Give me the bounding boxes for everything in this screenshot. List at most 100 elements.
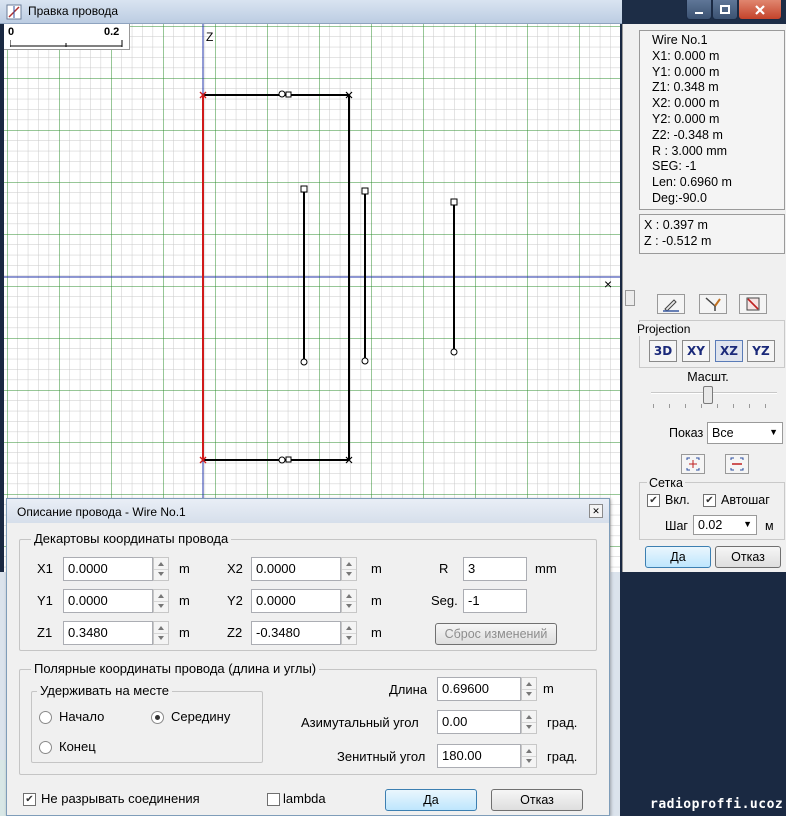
z2-input[interactable]: -0.3480 (251, 621, 341, 645)
hold-start-radio[interactable] (39, 711, 52, 724)
grid-enabled-label: Вкл. (665, 493, 690, 507)
center-view-icon (730, 457, 744, 471)
hold-group-label: Удерживать на месте (37, 683, 173, 698)
x1-unit: m (179, 561, 190, 576)
length-label: Длина (389, 682, 428, 697)
wire-info-line: Y1: 0.000 m (652, 64, 720, 79)
zenith-unit: град. (547, 749, 578, 764)
grid-drawing (4, 24, 620, 572)
wire-info-line: Z2: -0.348 m (652, 127, 723, 142)
keep-connections-label: Не разрывать соединения (41, 791, 200, 806)
canvas-scrollbar-thumb[interactable] (625, 290, 635, 306)
zoom-slider-track[interactable] (651, 392, 777, 394)
projection-label: Projection (635, 322, 693, 336)
add-wire-button[interactable] (699, 294, 727, 314)
x1-input[interactable]: 0.0000 (63, 557, 153, 581)
keep-connections-checkbox[interactable]: ✔ (23, 793, 36, 806)
grid-autostep-checkbox[interactable]: ✔ (703, 494, 716, 507)
y2-input[interactable]: 0.0000 (251, 589, 341, 613)
projection-yz-button[interactable]: YZ (747, 340, 775, 362)
zoom-label: Масшт. (687, 370, 729, 384)
x2-input[interactable]: 0.0000 (251, 557, 341, 581)
y2-unit: m (371, 593, 382, 608)
watermark-text: radioproffi.ucoz.ua (650, 797, 786, 812)
y1-label: Y1 (37, 593, 53, 608)
center-view-button[interactable] (725, 454, 749, 474)
zenith-input[interactable]: 180.00 (437, 744, 521, 768)
grid-enabled-checkbox[interactable]: ✔ (647, 494, 660, 507)
azimuth-input[interactable]: 0.00 (437, 710, 521, 734)
hold-end-label: Конец (59, 739, 96, 754)
wire-info-line: R : 3.000 mm (652, 143, 728, 158)
azimuth-unit: град. (547, 715, 578, 730)
edit-wire-button[interactable] (657, 294, 685, 314)
draw-wire-icon (705, 297, 721, 311)
cursor-marker: × (604, 276, 613, 292)
y1-unit: m (179, 593, 190, 608)
right-panel: Wire No.1 X1: 0.000 m Y1: 0.000 m Z1: 0.… (622, 24, 786, 572)
azimuth-spinner[interactable] (521, 710, 537, 734)
wire-end-marker (285, 91, 292, 98)
projection-xy-button[interactable]: XY (682, 340, 710, 362)
length-spinner[interactable] (521, 677, 537, 701)
y1-input[interactable]: 0.0000 (63, 589, 153, 613)
zenith-spinner[interactable] (521, 744, 537, 768)
maximize-button[interactable] (712, 0, 738, 20)
x1-spinner[interactable] (153, 557, 169, 581)
show-select-value: Все (712, 426, 734, 440)
z2-label: Z2 (227, 625, 243, 640)
show-select[interactable]: Все ▼ (707, 422, 783, 444)
x1-label: X1 (37, 561, 53, 576)
grid-step-select[interactable]: 0.02 ▼ (693, 515, 757, 535)
scale-ruler (10, 40, 123, 47)
radius-input[interactable]: 3 (463, 557, 527, 581)
length-input[interactable]: 0.69600 (437, 677, 521, 701)
wire-canvas[interactable]: 0 0.2 Z × (4, 24, 620, 572)
projection-xz-button[interactable]: XZ (715, 340, 743, 362)
close-button[interactable] (738, 0, 782, 20)
cursor-z-value: Z : -0.512 m (644, 234, 712, 248)
grid-autostep-label: Автошаг (721, 493, 770, 507)
wire-info-line: X2: 0.000 m (652, 96, 720, 111)
lambda-checkbox[interactable] (267, 793, 280, 806)
grid-label: Сетка (647, 476, 685, 490)
dialog-title-bar: Описание провода - Wire No.1 ✕ (7, 499, 609, 523)
dialog-cancel-button[interactable]: Отказ (491, 789, 583, 811)
projection-3d-button[interactable]: 3D (649, 340, 677, 362)
panel-ok-button[interactable]: Да (645, 546, 711, 568)
length-unit: m (543, 681, 554, 696)
zoom-slider-thumb[interactable] (703, 386, 713, 404)
wire-end-marker (300, 358, 308, 366)
scale-zero-label: 0 (8, 26, 15, 38)
zoom-tick (653, 404, 654, 408)
z2-spinner[interactable] (341, 621, 357, 645)
dialog-close-button[interactable]: ✕ (589, 504, 603, 518)
zoom-tick (733, 404, 734, 408)
z1-input[interactable]: 0.3480 (63, 621, 153, 645)
cursor-x-value: X : 0.397 m (644, 218, 708, 232)
segments-input[interactable]: -1 (463, 589, 527, 613)
delete-wire-button[interactable] (739, 294, 767, 314)
wire-description-dialog: Описание провода - Wire No.1 ✕ Декартовы… (6, 498, 610, 816)
z1-spinner[interactable] (153, 621, 169, 645)
dialog-title: Описание провода - Wire No.1 (17, 505, 186, 519)
close-icon: ✕ (592, 506, 600, 516)
y2-spinner[interactable] (341, 589, 357, 613)
radius-unit: mm (535, 561, 557, 576)
reset-changes-button[interactable]: Сброс изменений (435, 623, 557, 645)
dialog-ok-button[interactable]: Да (385, 789, 477, 811)
minimize-icon (695, 11, 703, 14)
grid-step-label: Шаг (665, 519, 688, 533)
wire-info-line: X1: 0.000 m (652, 48, 720, 63)
maximize-icon (720, 4, 730, 14)
wire-end-marker (361, 357, 369, 365)
grid-step-unit: м (765, 519, 774, 533)
hold-end-radio[interactable] (39, 741, 52, 754)
panel-cancel-button[interactable]: Отказ (715, 546, 781, 568)
minimize-button[interactable] (686, 0, 712, 20)
zoom-tick (765, 404, 766, 408)
x2-spinner[interactable] (341, 557, 357, 581)
fit-view-button[interactable] (681, 454, 705, 474)
y1-spinner[interactable] (153, 589, 169, 613)
hold-middle-radio[interactable] (151, 711, 164, 724)
